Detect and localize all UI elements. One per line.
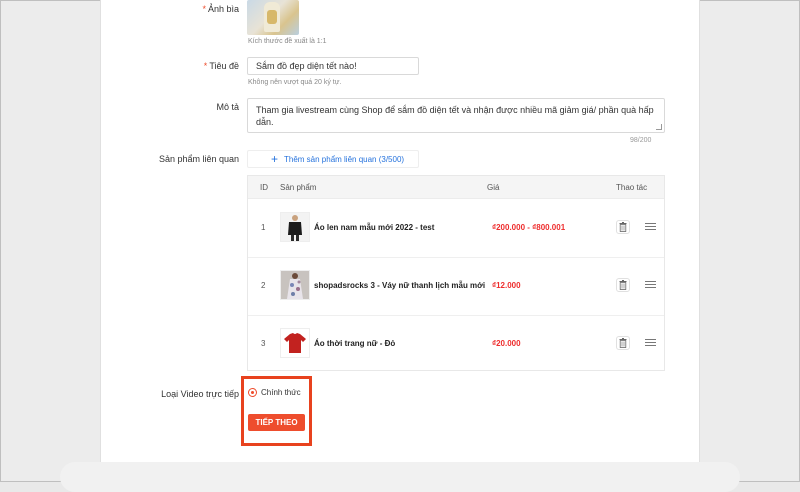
red-shirt-image: [280, 328, 310, 358]
video-type-label: Loại Video trực tiếp: [161, 389, 239, 399]
product-price: ₫12.000: [492, 281, 521, 290]
title-label: * Tiêu đề: [203, 61, 239, 71]
product-name: shopadsrocks 3 - Váy nữ thanh lịch mẫu m…: [314, 281, 486, 290]
column-product: Sản phẩm: [280, 183, 317, 192]
drag-handle-icon[interactable]: [645, 223, 656, 232]
table-row: 1 Áo len nam mẫu mới 2022 - test ₫200.00…: [248, 199, 664, 258]
product-price: ₫20.000: [492, 339, 521, 348]
table-header: ID Sản phẩm Giá Thao tác: [248, 176, 664, 199]
column-actions: Thao tác: [616, 183, 648, 192]
related-products-label: Sản phẩm liên quan: [158, 154, 239, 164]
row-id: 1: [261, 223, 266, 232]
column-id: ID: [260, 183, 268, 192]
cover-label: * Ảnh bìa: [202, 4, 239, 14]
product-name: Áo thời trang nữ - Đỏ: [314, 339, 396, 348]
row-id: 2: [261, 281, 266, 290]
description-label: Mô tả: [216, 102, 239, 112]
video-type-radio[interactable]: [248, 388, 257, 397]
product-price: ₫200.000 - ₫800.001: [492, 223, 566, 232]
drag-handle-icon[interactable]: [645, 339, 656, 348]
drag-handle-icon[interactable]: [645, 281, 656, 290]
product-name: Áo len nam mẫu mới 2022 - test: [314, 223, 435, 232]
table-row: 3 Áo thời trang nữ - Đỏ ₫20.000: [248, 315, 664, 373]
description-counter: 98/200: [630, 137, 652, 144]
next-button[interactable]: TIẾP THEO: [248, 414, 305, 431]
related-products-table: ID Sản phẩm Giá Thao tác 1 Áo len nam mẫ…: [247, 175, 665, 371]
column-price: Giá: [487, 183, 500, 192]
plus-icon: +: [271, 152, 279, 166]
trash-icon[interactable]: [616, 220, 630, 234]
black-sweater-image: [280, 212, 310, 242]
trash-icon[interactable]: [616, 278, 630, 292]
title-hint: Không nên vượt quá 20 ký tự.: [248, 79, 342, 86]
title-input[interactable]: Sắm đồ đẹp diện tết nào!: [247, 57, 419, 75]
table-row: 2 shopadsrocks 3 - Váy nữ thanh lịch mẫu…: [248, 257, 664, 316]
cover-image[interactable]: [247, 0, 299, 35]
floral-dress-image: [280, 270, 310, 300]
description-input[interactable]: Tham gia livestream cùng Shop để sắm đồ …: [247, 98, 665, 133]
description-text: Tham gia livestream cùng Shop để sắm đồ …: [256, 105, 654, 127]
trash-icon[interactable]: [616, 336, 630, 350]
add-related-product-button[interactable]: + Thêm sản phẩm liên quan (3/500): [247, 150, 419, 168]
cover-hint: Kích thước đề xuất là 1:1: [248, 38, 327, 45]
highlight-box: [241, 376, 312, 446]
resize-handle[interactable]: [656, 124, 662, 130]
row-id: 3: [261, 339, 266, 348]
add-related-product-label: Thêm sản phẩm liên quan (3/500): [284, 155, 405, 164]
background-shape: [60, 462, 740, 492]
video-type-option-label: Chính thức: [261, 388, 301, 397]
